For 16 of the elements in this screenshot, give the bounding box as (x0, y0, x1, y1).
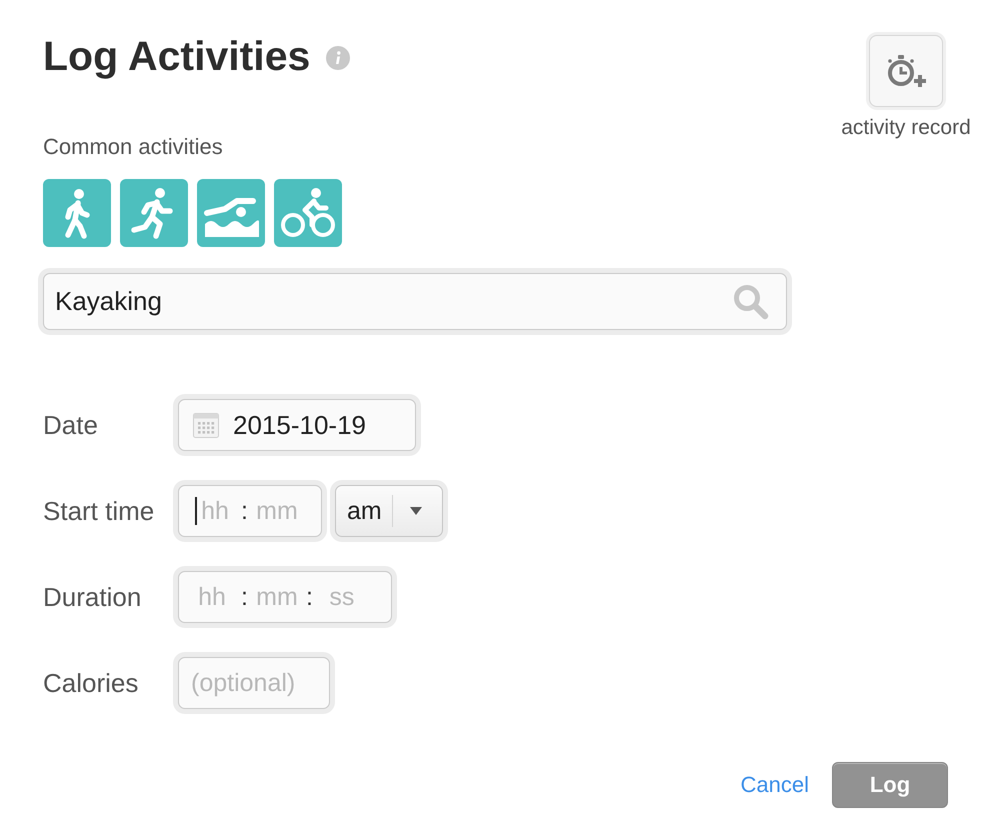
section-label: Common activities (43, 134, 223, 160)
field-label: Start time (43, 496, 156, 526)
cyclist-icon[interactable] (274, 179, 342, 247)
caret-icon (410, 507, 422, 515)
field-label: Date (43, 410, 99, 440)
swimmer-icon[interactable] (197, 179, 265, 247)
walking-person-icon[interactable] (43, 179, 111, 247)
page-title: Log Activities (43, 32, 310, 80)
calendar-icon (192, 411, 220, 439)
activity-record-label: activity record (841, 116, 971, 140)
field-label: Duration (43, 582, 142, 612)
field-label: Calories (43, 668, 140, 698)
info-icon[interactable] (326, 46, 350, 70)
running-person-icon[interactable] (120, 179, 188, 247)
search-icon[interactable] (732, 282, 770, 320)
activity-record-button[interactable] (869, 35, 943, 107)
